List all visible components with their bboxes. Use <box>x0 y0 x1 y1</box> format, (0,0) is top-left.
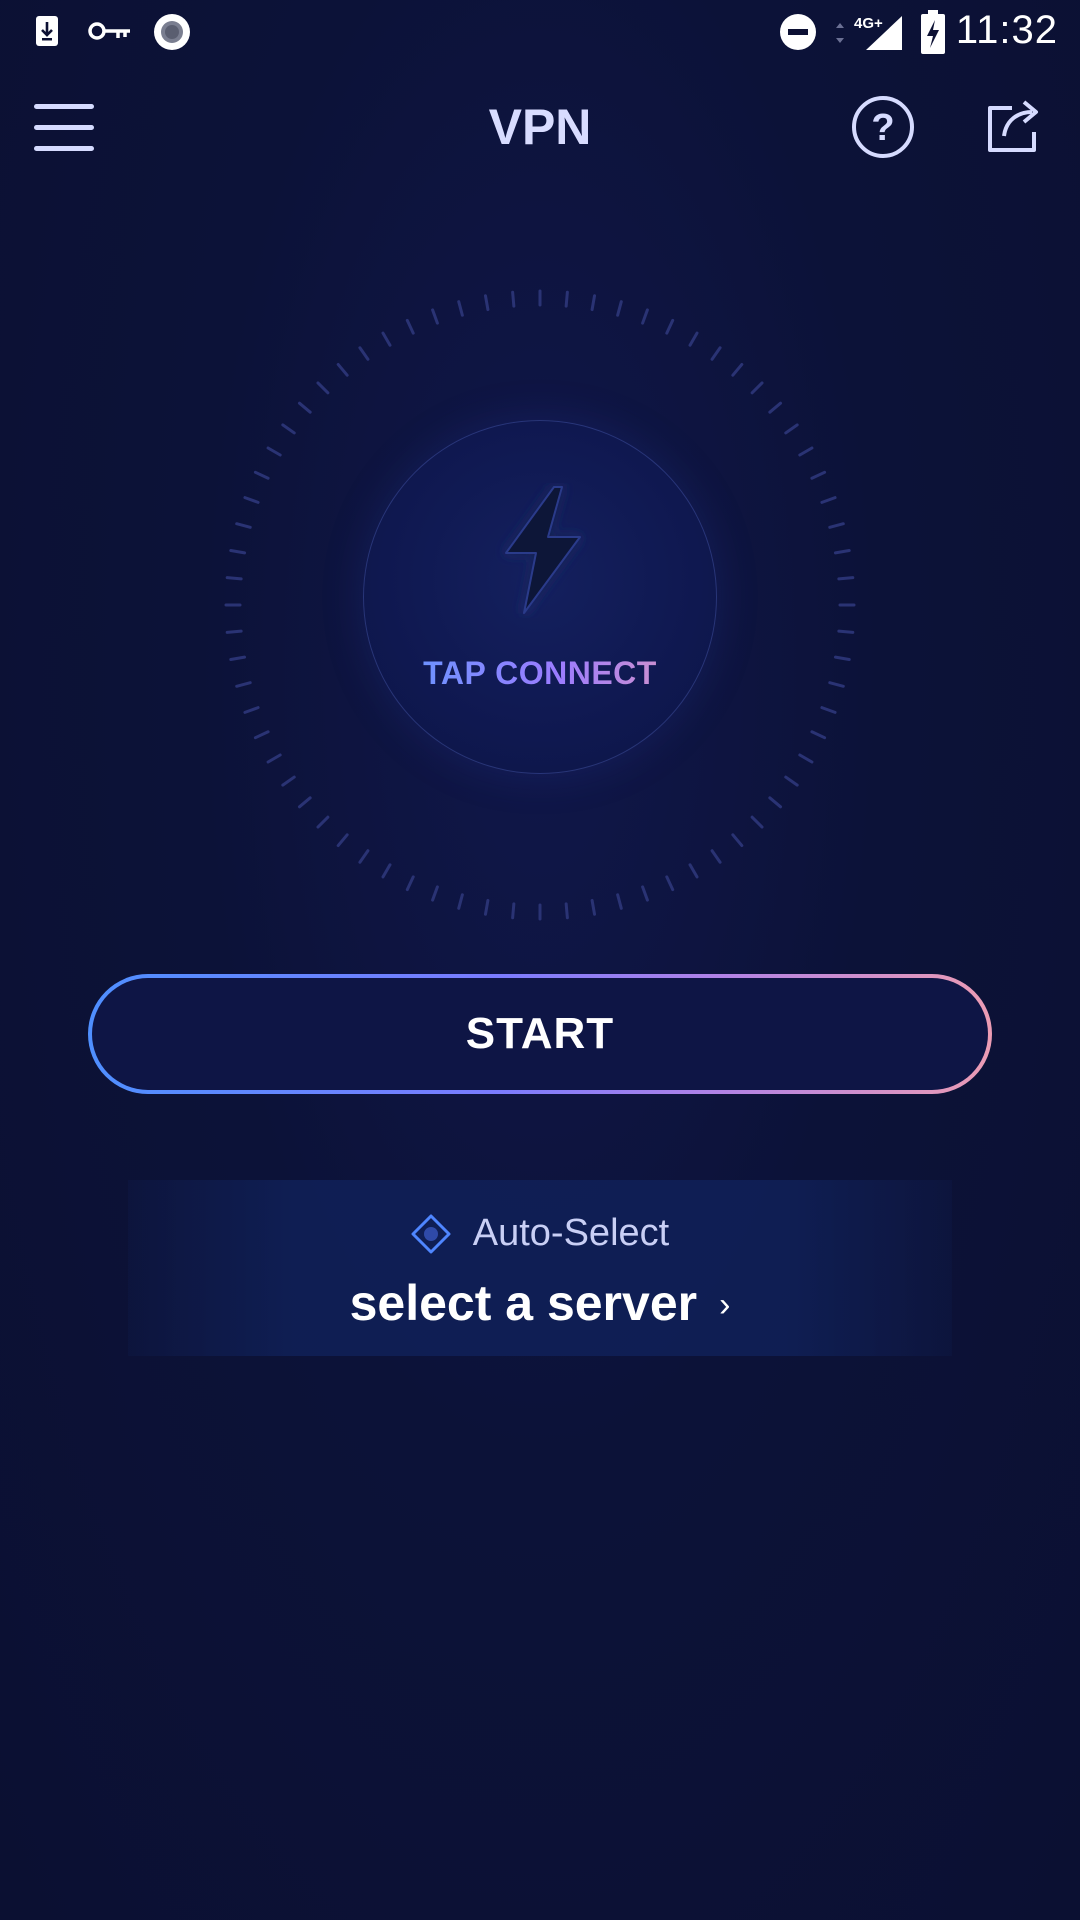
dial-tick <box>833 655 851 662</box>
dial-tick <box>405 875 415 892</box>
dial-tick <box>665 318 675 335</box>
server-name: select a server <box>349 1275 698 1331</box>
help-icon[interactable]: ? <box>850 94 916 160</box>
dial-tick <box>229 548 247 555</box>
dial-tick <box>833 548 851 555</box>
dial-tick <box>266 753 282 764</box>
dial-tick <box>431 885 439 902</box>
network-type-label: 4G+ <box>854 15 883 32</box>
do-not-disturb-icon <box>780 14 816 50</box>
dial-tick <box>297 401 312 414</box>
lightning-bolt-icon <box>505 486 581 614</box>
dial-tick <box>810 470 827 480</box>
dial-tick <box>266 446 282 457</box>
dial-tick <box>316 815 330 829</box>
dial-tick <box>665 875 675 892</box>
signal-icon: 4G+ <box>836 15 902 50</box>
dial-tick <box>381 331 392 347</box>
dial-tick <box>710 849 722 864</box>
dial-tick <box>381 863 392 879</box>
vpn-key-icon <box>88 22 130 40</box>
page-title: VPN <box>488 99 592 155</box>
dial-tick <box>297 796 312 809</box>
dial-tick <box>750 381 764 395</box>
tap-connect-label: TAP CONNECT <box>364 655 716 692</box>
dial-tick <box>483 294 490 312</box>
dial-tick <box>253 470 270 480</box>
tap-connect-button[interactable]: TAP CONNECT <box>363 420 717 774</box>
dial-tick <box>358 346 370 361</box>
dial-tick <box>229 655 247 662</box>
download-icon <box>36 16 58 46</box>
dial-tick <box>483 898 490 916</box>
dial-tick <box>616 300 623 317</box>
dial-tick <box>820 706 837 714</box>
dial-tick <box>316 381 330 395</box>
share-icon[interactable] <box>982 96 1044 158</box>
dial-tick <box>336 833 349 848</box>
dial-tick <box>768 796 783 809</box>
status-bar: 4G+ 11:32 <box>0 0 1080 64</box>
server-mode-label: Auto-Select <box>472 1212 670 1254</box>
dial-tick <box>784 775 799 787</box>
dial-tick <box>828 522 845 529</box>
server-mode-row: Auto-Select <box>128 1212 952 1255</box>
server-selector[interactable]: Auto-Select select a server › <box>128 1180 952 1356</box>
dial-tick <box>281 775 296 787</box>
dial-tick <box>457 300 464 317</box>
dial-tick <box>564 902 569 920</box>
dial-tick <box>731 362 744 377</box>
dial-tick <box>235 522 252 529</box>
dial-tick <box>281 423 296 435</box>
server-name-row: select a server › <box>128 1274 952 1332</box>
start-button[interactable]: START <box>88 974 992 1094</box>
app-bar: VPN ? <box>0 80 1080 180</box>
dial-tick <box>457 893 464 910</box>
vpn-home-screen: 4G+ 11:32 VPN ? TAP CONNECT START Auto-S… <box>0 0 1080 1920</box>
dial-tick <box>710 346 722 361</box>
record-icon <box>154 14 190 50</box>
dial-tick <box>828 681 845 688</box>
dial-tick <box>798 446 814 457</box>
dial-tick <box>768 401 783 414</box>
chevron-right-icon: › <box>719 1285 731 1324</box>
dial-tick <box>688 331 699 347</box>
dial-tick <box>564 290 569 308</box>
svg-text:?: ? <box>871 107 894 149</box>
dial-tick <box>358 849 370 864</box>
dial-tick <box>336 362 349 377</box>
dial-tick <box>731 833 744 848</box>
dial-tick <box>590 898 597 916</box>
dial-tick <box>235 681 252 688</box>
battery-charging-icon <box>921 10 945 54</box>
dial-tick <box>688 863 699 879</box>
dial-tick <box>225 576 243 581</box>
dial-tick <box>243 706 260 714</box>
dial-tick <box>431 308 439 325</box>
status-time: 11:32 <box>955 8 1058 52</box>
dial-tick <box>511 290 516 308</box>
dial-tick <box>837 629 855 634</box>
dial-tick <box>225 629 243 634</box>
dial-tick <box>405 318 415 335</box>
dial-tick <box>820 496 837 504</box>
dial-tick <box>511 902 516 920</box>
dial-tick <box>798 753 814 764</box>
dial-tick <box>590 294 597 312</box>
dial-tick <box>616 893 623 910</box>
start-button-label: START <box>92 978 988 1090</box>
dial-tick <box>253 730 270 740</box>
dial-tick <box>750 815 764 829</box>
dial-tick <box>641 308 649 325</box>
dial-tick <box>837 576 855 581</box>
dial-tick <box>810 730 827 740</box>
dial-tick <box>243 496 260 504</box>
location-target-icon <box>411 1214 451 1253</box>
dial-tick <box>641 885 649 902</box>
dial-tick <box>784 423 799 435</box>
